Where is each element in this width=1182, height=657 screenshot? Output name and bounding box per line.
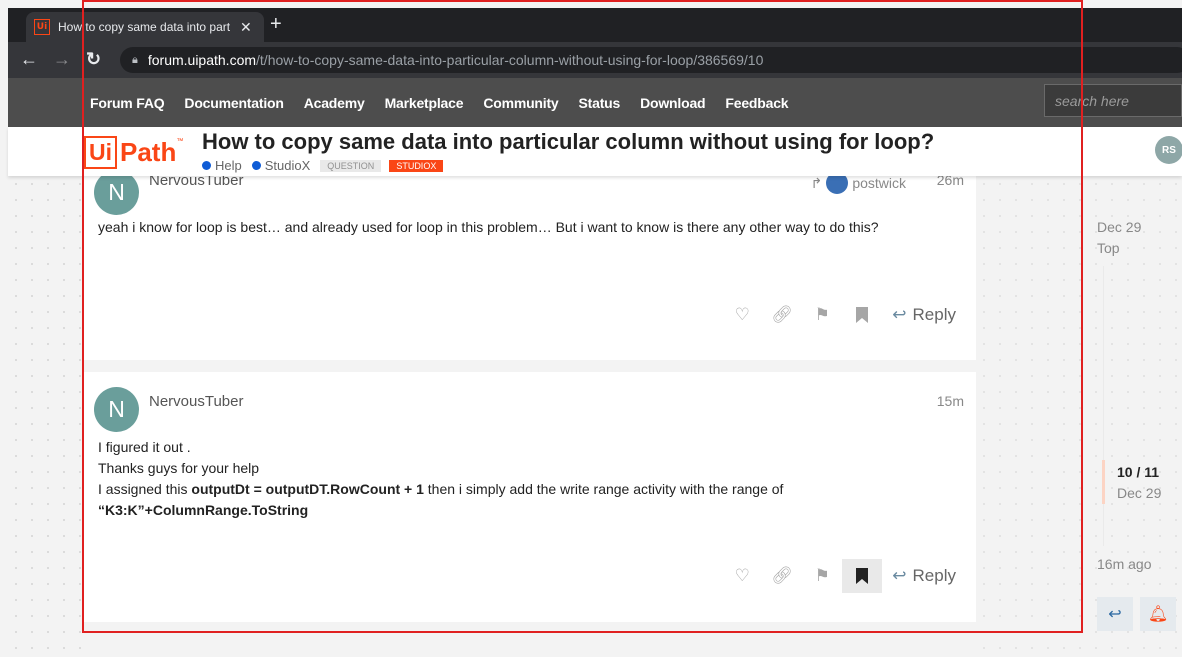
post-body: I figured it out . Thanks guys for your …: [98, 437, 956, 521]
timeline-top[interactable]: Top: [1097, 240, 1120, 256]
post-text: yeah i know for loop is best… and alread…: [98, 219, 879, 235]
browser-tab[interactable]: Ui How to copy same data into part ✕: [26, 12, 264, 42]
timeline-start-date[interactable]: Dec 29: [1097, 219, 1141, 235]
category-help[interactable]: Help: [202, 158, 242, 173]
tag-question[interactable]: QUESTION: [320, 159, 382, 172]
post-text-segment: I assigned this: [98, 481, 192, 497]
new-tab-icon[interactable]: +: [270, 13, 282, 36]
timeline-position-date: Dec 29: [1117, 485, 1162, 501]
category-studiox[interactable]: StudioX: [251, 158, 311, 173]
topic-header: Ui Path ™ How to copy same data into par…: [8, 127, 1182, 176]
search-input[interactable]: search here: [1044, 84, 1182, 117]
reply-icon: ↩: [892, 305, 907, 324]
like-heart-icon[interactable]: ♡: [722, 559, 762, 593]
reply-arrow-icon: ↱: [810, 174, 823, 191]
post-text-segment: then i simply add the write range activi…: [423, 481, 784, 497]
nav-link-community[interactable]: Community: [483, 95, 558, 111]
bookmark-icon[interactable]: [842, 298, 882, 332]
reply-icon: ↩: [892, 566, 907, 585]
flag-icon[interactable]: ⚑: [802, 559, 842, 593]
logo-path-text: Path: [120, 137, 177, 167]
share-link-icon[interactable]: 🔗︎: [762, 298, 802, 332]
bookmark-shape: [856, 568, 869, 584]
reply-label: Reply: [912, 566, 956, 585]
background-dots-right: [976, 176, 1182, 657]
logo-ui-box: Ui: [84, 136, 117, 169]
address-bar[interactable]: 🔒︎ forum.uipath.com/t/how-to-copy-same-d…: [120, 47, 1182, 73]
nav-links: Forum FAQ Documentation Academy Marketpl…: [90, 95, 808, 111]
post-actions: ♡ 🔗︎ ⚑ ↩ Reply: [722, 559, 956, 593]
post-code-bold: outputDt = outputDT.RowCount + 1: [191, 481, 424, 497]
avatar[interactable]: N: [94, 387, 139, 432]
share-link-icon[interactable]: 🔗︎: [762, 559, 802, 593]
reload-icon[interactable]: ↻: [86, 49, 101, 70]
post-text-line: Thanks guys for your help: [98, 460, 260, 476]
post-text-line: I assigned this outputDt = outputDT.RowC…: [98, 479, 956, 500]
nav-link-status[interactable]: Status: [579, 95, 621, 111]
reply-to-username: postwick: [852, 175, 906, 191]
timeline-position: 10 / 11: [1117, 464, 1160, 480]
forward-arrow-icon[interactable]: →: [53, 49, 71, 70]
nav-link-forum-faq[interactable]: Forum FAQ: [90, 95, 165, 111]
breadcrumb: Help StudioX QUESTION STUDIOX: [202, 158, 451, 173]
timeline-last-activity[interactable]: 16m ago: [1097, 556, 1151, 572]
page-title[interactable]: How to copy same data into particular co…: [202, 129, 934, 155]
like-heart-icon[interactable]: ♡: [722, 298, 762, 332]
reply-topic-icon[interactable]: ↩: [1097, 597, 1133, 631]
category-dot-icon: [202, 161, 211, 170]
nav-link-academy[interactable]: Academy: [304, 95, 365, 111]
uipath-favicon-icon: Ui: [34, 19, 50, 35]
back-arrow-icon[interactable]: ←: [20, 49, 38, 70]
reply-button[interactable]: ↩ Reply: [892, 566, 956, 586]
user-avatar[interactable]: RS: [1155, 136, 1182, 164]
background-dots: [8, 176, 92, 656]
post: N NervousTuber ↱ postwick 26m yeah i kno…: [84, 170, 976, 360]
timeline-handle[interactable]: [1102, 460, 1105, 504]
post-text-line: I figured it out .: [98, 439, 191, 455]
reply-button[interactable]: ↩ Reply: [892, 305, 956, 325]
category-label: StudioX: [264, 158, 311, 173]
category-label: Help: [215, 158, 242, 173]
browser-tabstrip: Ui How to copy same data into part ✕ +: [8, 8, 1182, 42]
post: N NervousTuber 15m I figured it out . Th…: [84, 372, 976, 622]
category-dot-icon: [251, 161, 261, 170]
post-time[interactable]: 15m: [937, 393, 964, 409]
avatar[interactable]: N: [94, 170, 139, 215]
nav-link-documentation[interactable]: Documentation: [184, 95, 283, 111]
logo-tm: ™: [176, 138, 184, 145]
notification-bell-icon[interactable]: 🔔︎: [1140, 597, 1176, 631]
bookmark-shape: [856, 307, 869, 323]
uipath-logo[interactable]: Ui Path ™: [84, 136, 183, 169]
tag-studiox[interactable]: STUDIOX: [389, 159, 444, 172]
tab-title: How to copy same data into part: [58, 20, 231, 34]
post-username[interactable]: NervousTuber: [149, 393, 243, 410]
timeline-track: [1103, 266, 1104, 546]
bookmark-icon[interactable]: [842, 559, 883, 593]
flag-icon[interactable]: ⚑: [802, 298, 842, 332]
post-body: yeah i know for loop is best… and alread…: [98, 217, 956, 238]
close-tab-icon[interactable]: ✕: [240, 19, 252, 36]
url-host: forum.uipath.com: [147, 52, 257, 68]
page: Ui How to copy same data into part ✕ + ←…: [0, 0, 1182, 657]
site-nav: Forum FAQ Documentation Academy Marketpl…: [8, 78, 1182, 127]
nav-link-marketplace[interactable]: Marketplace: [385, 95, 464, 111]
lock-icon: 🔒︎: [132, 53, 138, 66]
browser-toolbar: ← → ↻ 🔒︎ forum.uipath.com/t/how-to-copy-…: [8, 42, 1182, 78]
reply-label: Reply: [912, 305, 956, 324]
post-actions: ♡ 🔗︎ ⚑ ↩ Reply: [722, 298, 956, 332]
nav-link-feedback[interactable]: Feedback: [725, 95, 788, 111]
url-path: /t/how-to-copy-same-data-into-particular…: [256, 52, 764, 68]
nav-link-download[interactable]: Download: [640, 95, 705, 111]
post-text-line: “K3:K”+ColumnRange.ToString: [98, 502, 309, 518]
